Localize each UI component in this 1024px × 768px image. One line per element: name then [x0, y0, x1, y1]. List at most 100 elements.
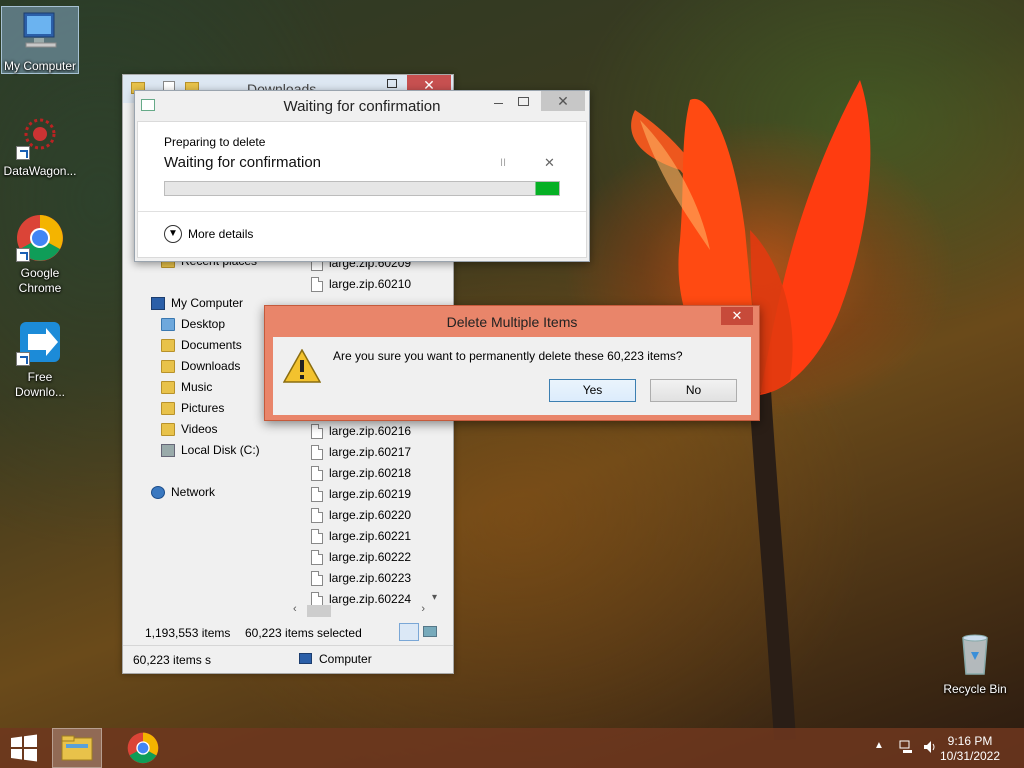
close-button[interactable]: ✕	[541, 91, 585, 111]
desktop-icon-my-computer[interactable]: My Computer	[1, 6, 79, 74]
nav-label: Music	[181, 380, 213, 394]
downloads-folder-icon	[161, 360, 175, 373]
file-icon	[311, 424, 323, 439]
network-icon	[151, 486, 165, 499]
details-view-button[interactable]	[399, 623, 419, 641]
network-tray-icon[interactable]	[898, 739, 914, 768]
file-item[interactable]: large.zip.60223	[309, 568, 437, 589]
file-icon	[311, 571, 323, 586]
divider	[138, 211, 586, 212]
shortcut-arrow-icon	[16, 248, 30, 262]
taskbar-file-explorer[interactable]	[52, 728, 102, 768]
delete-confirm-dialog: Delete Multiple Items ✕ Are you sure you…	[264, 305, 760, 421]
taskbar: ▲ 9:16 PM 10/31/2022	[0, 728, 1024, 768]
minimize-button[interactable]	[494, 103, 503, 104]
scroll-right-icon[interactable]: ›	[421, 603, 425, 615]
documents-folder-icon	[161, 339, 175, 352]
nav-local-disk[interactable]: Local Disk (C:)	[131, 440, 291, 461]
nav-label: Desktop	[181, 317, 226, 331]
file-icon	[311, 487, 323, 502]
progress-body: Preparing to delete Waiting for confirma…	[137, 121, 587, 258]
music-folder-icon	[161, 381, 175, 394]
taskbar-chrome[interactable]	[118, 728, 168, 768]
close-button[interactable]: ✕	[721, 307, 753, 325]
large-icons-view-button[interactable]	[423, 626, 437, 637]
datawagon-icon	[16, 112, 64, 160]
chevron-down-icon: ▼	[164, 225, 182, 243]
scroll-down-icon[interactable]: ▾	[432, 592, 437, 603]
drive-icon	[161, 444, 175, 457]
horizontal-scrollbar[interactable]: ‹ ›	[291, 603, 429, 619]
desktop-icon-label: DataWagon...	[3, 164, 77, 178]
videos-folder-icon	[161, 423, 175, 436]
chrome-icon	[127, 732, 159, 764]
file-name: large.zip.60216	[329, 424, 412, 438]
shortcut-arrow-icon	[16, 146, 30, 160]
computer-icon	[299, 653, 312, 664]
system-clock[interactable]: 9:16 PM 10/31/2022	[930, 734, 1010, 768]
maximize-button[interactable]	[518, 97, 529, 106]
delete-progress-dialog: Waiting for confirmation ✕ Preparing to …	[134, 90, 590, 262]
desktop-icon-datawagon[interactable]: DataWagon...	[1, 112, 79, 178]
file-name: large.zip.60218	[329, 466, 412, 480]
file-item[interactable]: large.zip.60220	[309, 505, 437, 526]
clock-time: 9:16 PM	[947, 734, 993, 748]
file-item[interactable]: large.zip.60216	[309, 421, 437, 442]
nav-label: Local Disk (C:)	[181, 443, 260, 457]
nav-label: Downloads	[181, 359, 241, 373]
more-details-button[interactable]: ▼ More details	[164, 223, 253, 245]
nav-videos[interactable]: Videos	[131, 419, 291, 440]
no-button[interactable]: No	[650, 379, 737, 402]
clock-date: 10/31/2022	[939, 749, 1001, 763]
desktop-icon-google-chrome[interactable]: Google Chrome	[1, 214, 79, 296]
file-icon	[311, 445, 323, 460]
status-bar: 1,193,553 items 60,223 items selected	[123, 621, 453, 643]
desktop-icon-free-download-manager[interactable]: Free Downlo...	[1, 318, 79, 400]
progress-title-bar: Waiting for confirmation ✕	[135, 91, 589, 119]
scrollbar-thumb[interactable]	[307, 605, 331, 617]
nav-network[interactable]: Network	[131, 482, 291, 503]
windows-logo-icon	[11, 734, 37, 762]
free-download-manager-icon	[16, 318, 64, 366]
scroll-left-icon[interactable]: ‹	[293, 603, 297, 615]
progress-bar-fill	[165, 182, 559, 195]
file-name: large.zip.60223	[329, 571, 412, 585]
file-name: large.zip.60222	[329, 550, 412, 564]
file-item[interactable]: large.zip.60217	[309, 442, 437, 463]
file-item[interactable]: large.zip.60210	[309, 274, 437, 295]
file-icon	[311, 529, 323, 544]
confirm-title: Delete Multiple Items	[446, 314, 578, 330]
yes-button[interactable]: Yes	[549, 379, 636, 402]
desktop-icon-recycle-bin[interactable]: Recycle Bin	[936, 630, 1014, 696]
file-item[interactable]: large.zip.60219	[309, 484, 437, 505]
details-bar: 60,223 items s Computer	[123, 645, 453, 673]
progress-bar	[164, 181, 560, 196]
file-item[interactable]: large.zip.60222	[309, 547, 437, 568]
details-selection: 60,223 items s	[133, 653, 212, 667]
more-details-label: More details	[188, 227, 254, 241]
computer-icon	[16, 7, 64, 55]
nav-label: Documents	[181, 338, 242, 352]
file-name: large.zip.60220	[329, 508, 412, 522]
network-icon	[899, 740, 912, 753]
maximize-button[interactable]	[387, 79, 397, 88]
show-hidden-icons-button[interactable]: ▲	[874, 740, 884, 768]
desktop-icon-label: Recycle Bin	[943, 682, 1007, 696]
file-name: large.zip.60210	[329, 277, 412, 291]
warning-icon	[283, 349, 321, 383]
desktop-icon-label: Free Downlo...	[14, 370, 66, 399]
file-item[interactable]: large.zip.60218	[309, 463, 437, 484]
start-button[interactable]	[0, 728, 48, 768]
pause-button[interactable]: II	[500, 157, 506, 169]
file-item[interactable]: large.zip.60221	[309, 526, 437, 547]
confirm-message: Are you sure you want to permanently del…	[333, 349, 683, 363]
file-name: large.zip.60217	[329, 445, 412, 459]
progress-heading: Waiting for confirmation	[164, 154, 322, 171]
file-name: large.zip.60221	[329, 529, 412, 543]
nav-label: Videos	[181, 422, 218, 436]
cancel-button[interactable]: ✕	[544, 155, 555, 171]
file-name: large.zip.60219	[329, 487, 412, 501]
chrome-icon	[16, 214, 64, 262]
selected-count: 60,223 items selected	[245, 626, 362, 640]
desktop-folder-icon	[161, 318, 175, 331]
